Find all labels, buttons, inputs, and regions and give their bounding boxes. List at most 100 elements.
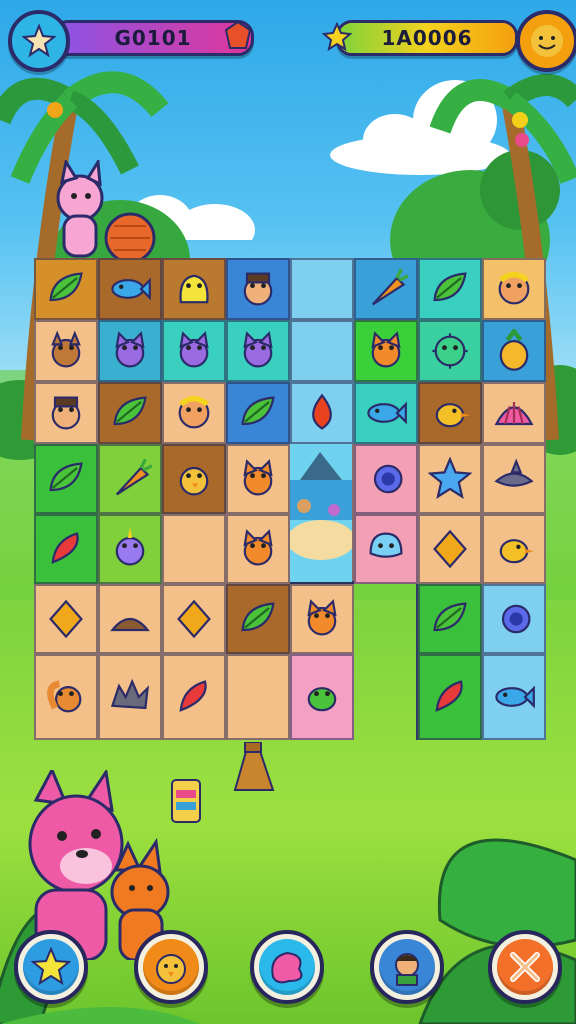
beetle-icon (307, 687, 337, 712)
tile-face[interactable] (482, 258, 546, 320)
tile-leaf[interactable] (418, 258, 482, 320)
tile-leaf[interactable] (34, 258, 98, 320)
tile-cat[interactable] (226, 320, 290, 382)
tile-star[interactable] (418, 444, 482, 514)
tile-carrot[interactable] (354, 258, 418, 320)
bird-icon (499, 539, 534, 564)
leaf-icon (241, 396, 275, 426)
hint-button-face (23, 939, 79, 995)
tile-bird[interactable] (482, 514, 546, 584)
pineapple-icon (499, 329, 529, 371)
tile-leaf[interactable] (418, 584, 482, 654)
hat-face-icon (243, 272, 273, 306)
fox-icon (371, 331, 401, 368)
shark-icon (494, 458, 534, 487)
cat-icon (243, 331, 273, 368)
tile-fish[interactable] (482, 654, 546, 740)
tile-hat-face[interactable] (226, 258, 290, 320)
score-right-text: 1A0006 (381, 26, 473, 50)
tile-cat[interactable] (98, 320, 162, 382)
shuffle-button-face (259, 939, 315, 995)
tile-dog[interactable] (34, 320, 98, 382)
tile-leaf[interactable] (226, 584, 290, 654)
tile-chick[interactable] (162, 444, 226, 514)
tile-fox[interactable] (226, 514, 290, 584)
tile-hedgehog[interactable] (98, 654, 162, 740)
tile-cat[interactable] (162, 320, 226, 382)
tile-leaf[interactable] (34, 444, 98, 514)
chick-button[interactable] (134, 930, 208, 1004)
unicorn-icon (115, 527, 145, 566)
close-button[interactable] (488, 930, 562, 1004)
hint-button[interactable] (14, 930, 88, 1004)
tile-empty (290, 320, 354, 382)
fox-icon (243, 459, 273, 496)
cat-icon (115, 331, 145, 368)
tile-carrot[interactable] (98, 444, 162, 514)
star-badge[interactable] (8, 10, 70, 72)
squirrel-icon (47, 680, 82, 713)
berry-icon (312, 393, 332, 430)
tile-fox[interactable] (290, 584, 354, 654)
tile-fox[interactable] (354, 320, 418, 382)
leaf-star-icon (322, 22, 352, 52)
leaf-icon (49, 462, 83, 492)
close-button-face (497, 939, 553, 995)
leaf-icon (49, 272, 83, 302)
star-icon (22, 24, 56, 58)
tile-jelly[interactable] (354, 514, 418, 584)
tile-pineapple[interactable] (482, 320, 546, 382)
smiley-badge[interactable] (516, 10, 576, 72)
tile-bird[interactable] (418, 382, 482, 444)
tile-shell[interactable] (482, 382, 546, 444)
fish-icon (495, 685, 535, 709)
tile-gem[interactable] (418, 514, 482, 584)
tile-fox[interactable] (226, 444, 290, 514)
chick-icon (156, 954, 186, 984)
tile-beetle[interactable] (290, 654, 354, 740)
tile-gem[interactable] (34, 584, 98, 654)
tile-empty (162, 514, 226, 584)
tile-unicorn[interactable] (98, 514, 162, 584)
gem-icon (433, 529, 467, 569)
tile-pepper[interactable] (162, 654, 226, 740)
tile-snail[interactable] (354, 444, 418, 514)
gem-icon (177, 599, 211, 639)
snail-icon (501, 604, 531, 634)
tile-squirrel[interactable] (34, 654, 98, 740)
tile-gem[interactable] (162, 584, 226, 654)
island-scene (290, 444, 352, 582)
tile-leaf[interactable] (98, 382, 162, 444)
hedgehog-icon (110, 678, 150, 710)
tile-shark[interactable] (482, 444, 546, 514)
tile-blob[interactable] (162, 258, 226, 320)
shell-icon (494, 402, 534, 426)
tile-pepper[interactable] (34, 514, 98, 584)
tile-hat[interactable] (98, 584, 162, 654)
tile-berry[interactable] (290, 382, 354, 444)
character-button[interactable] (370, 930, 444, 1004)
pepper-icon (179, 680, 207, 712)
fish-icon (111, 277, 151, 301)
character-icon (395, 953, 419, 986)
blob-icon (179, 274, 209, 304)
bird-icon (435, 403, 470, 428)
fox-icon (307, 599, 337, 636)
leaf-icon (433, 272, 467, 302)
shuffle-button[interactable] (250, 930, 324, 1004)
fish-icon (367, 401, 407, 425)
fox-icon (243, 529, 273, 566)
tile-snail[interactable] (482, 584, 546, 654)
hat-icon (110, 617, 150, 632)
tile-hat-face[interactable] (34, 382, 98, 444)
star-icon (31, 947, 71, 986)
tile-pepper[interactable] (418, 654, 482, 740)
chick-button-face (143, 939, 199, 995)
face-icon (178, 395, 210, 429)
tile-fish[interactable] (98, 258, 162, 320)
tile-fish[interactable] (354, 382, 418, 444)
tile-leaf[interactable] (226, 382, 290, 444)
tile-face[interactable] (162, 382, 226, 444)
leaf-icon (241, 602, 275, 632)
tile-cactus[interactable] (418, 320, 482, 382)
